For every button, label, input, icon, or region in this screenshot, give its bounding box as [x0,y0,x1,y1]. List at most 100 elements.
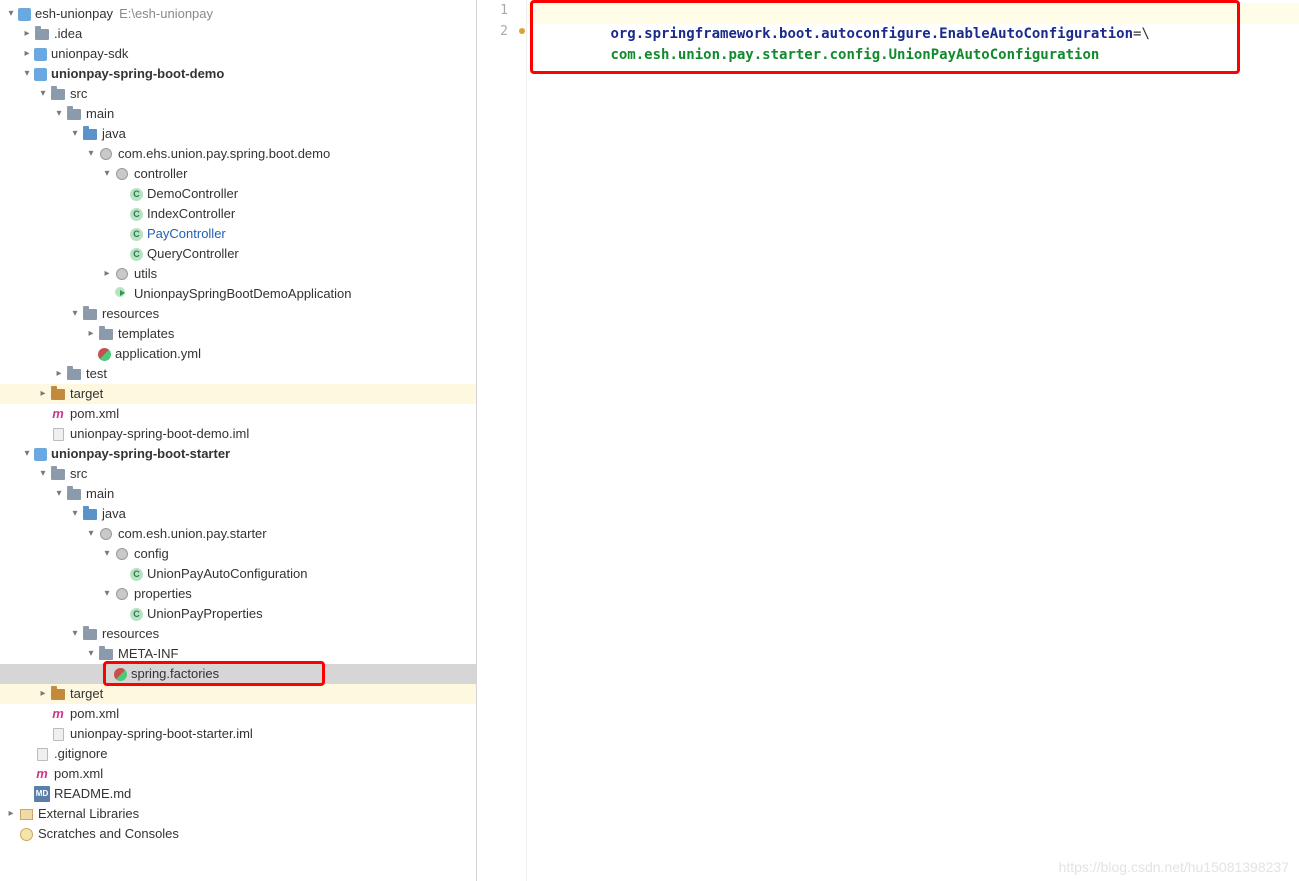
chevron-down-icon[interactable]: ▾ [68,304,82,324]
tree-item[interactable]: m pom.xml [0,704,476,724]
tree-item[interactable]: ▾ com.ehs.union.pay.spring.boot.demo [0,144,476,164]
package-icon [116,268,128,280]
chevron-right-icon[interactable]: ▸ [100,264,114,284]
tree-item[interactable]: ▾ src [0,464,476,484]
chevron-down-icon[interactable]: ▾ [68,124,82,144]
tree-item[interactable]: ▾ src [0,84,476,104]
chevron-down-icon[interactable]: ▾ [84,144,98,164]
tree-item[interactable]: ▾ java [0,124,476,144]
chevron-down-icon[interactable]: ▾ [100,164,114,184]
app-window: ▾ esh-unionpay E:\esh-unionpay ▸ .idea ▸… [0,0,1299,881]
chevron-down-icon[interactable]: ▾ [84,524,98,544]
tree-label: java [102,124,126,144]
tree-item[interactable]: m pom.xml [0,764,476,784]
tree-item[interactable]: ▾ unionpay-spring-boot-starter [0,444,476,464]
tree-item[interactable]: ▾ config [0,544,476,564]
editor-content[interactable]: org.springframework.boot.autoconfigure.E… [527,0,1299,881]
chevron-down-icon[interactable]: ▾ [68,504,82,524]
scratch-icon [20,828,33,841]
maven-icon: m [50,406,66,422]
tree-item[interactable]: UnionpaySpringBootDemoApplication [0,284,476,304]
chevron-down-icon[interactable]: ▾ [100,544,114,564]
property-key: org.springframework.boot.autoconfigure.E… [610,26,1133,42]
tree-label: unionpay-spring-boot-starter [51,444,230,464]
tree-item[interactable]: Scratches and Consoles [0,824,476,844]
tree-label: resources [102,624,159,644]
tree-label: main [86,484,114,504]
chevron-down-icon[interactable]: ▾ [84,644,98,664]
chevron-down-icon[interactable]: ▾ [36,84,50,104]
tree-item[interactable]: ▸ target [0,384,476,404]
tree-label: UnionpaySpringBootDemoApplication [134,284,352,304]
maven-icon: m [50,706,66,722]
tree-item[interactable]: unionpay-spring-boot-demo.iml [0,424,476,444]
tree-item[interactable]: ▾ resources [0,304,476,324]
folder-icon [51,89,65,100]
tree-item[interactable]: ▾ main [0,104,476,124]
tree-path: E:\esh-unionpay [119,4,213,24]
chevron-right-icon[interactable]: ▸ [36,384,50,404]
code-line[interactable]: org.springframework.boot.autoconfigure.E… [527,3,1299,24]
tree-label: UnionPayProperties [147,604,263,624]
tree-label: com.ehs.union.pay.spring.boot.demo [118,144,330,164]
tree-item[interactable]: ▾ unionpay-spring-boot-demo [0,64,476,84]
tree-item[interactable]: ▾ controller [0,164,476,184]
chevron-down-icon[interactable]: ▾ [36,464,50,484]
tree-item[interactable]: m pom.xml [0,404,476,424]
tree-item[interactable]: application.yml [0,344,476,364]
watermark-text: https://blog.csdn.net/hu15081398237 [1059,859,1289,875]
tree-item[interactable]: ▾ main [0,484,476,504]
chevron-down-icon[interactable]: ▾ [4,4,18,24]
tree-item[interactable]: ▾ resources [0,624,476,644]
chevron-down-icon[interactable]: ▾ [52,484,66,504]
tree-label: README.md [54,784,131,804]
tree-item[interactable]: unionpay-spring-boot-starter.iml [0,724,476,744]
tree-item-selected[interactable]: spring.factories [0,664,476,684]
tree-item[interactable]: ▾ META-INF [0,644,476,664]
tree-root[interactable]: ▾ esh-unionpay E:\esh-unionpay [0,4,476,24]
tree-label: config [134,544,169,564]
tree-item[interactable]: MD README.md [0,784,476,804]
gutter-change-marker [519,28,525,34]
tree-label: application.yml [115,344,201,364]
code-editor[interactable]: 1 2 org.springframework.boot.autoconfigu… [477,0,1299,881]
project-tree-panel[interactable]: ▾ esh-unionpay E:\esh-unionpay ▸ .idea ▸… [0,0,477,881]
chevron-down-icon[interactable]: ▾ [100,584,114,604]
line-number: 1 [477,3,526,24]
tree-item[interactable]: ▸ unionpay-sdk [0,44,476,64]
tree-item[interactable]: C QueryController [0,244,476,264]
tree-item[interactable]: C UnionPayProperties [0,604,476,624]
tree-item[interactable]: C DemoController [0,184,476,204]
project-tree[interactable]: ▾ esh-unionpay E:\esh-unionpay ▸ .idea ▸… [0,0,476,844]
tree-item[interactable]: .gitignore [0,744,476,764]
chevron-right-icon[interactable]: ▸ [52,364,66,384]
tree-item[interactable]: ▾ com.esh.union.pay.starter [0,524,476,544]
tree-item[interactable]: ▸ External Libraries [0,804,476,824]
tree-item[interactable]: ▸ utils [0,264,476,284]
chevron-right-icon[interactable]: ▸ [84,324,98,344]
chevron-down-icon[interactable]: ▾ [52,104,66,124]
chevron-right-icon[interactable]: ▸ [4,804,18,824]
tree-label: PayController [147,224,226,244]
tree-label: resources [102,304,159,324]
tree-item[interactable]: C PayController [0,224,476,244]
chevron-down-icon[interactable]: ▾ [20,444,34,464]
tree-label: unionpay-sdk [51,44,128,64]
class-icon: C [130,608,143,621]
tree-item[interactable]: ▾ java [0,504,476,524]
chevron-right-icon[interactable]: ▸ [20,24,34,44]
tree-item[interactable]: C UnionPayAutoConfiguration [0,564,476,584]
chevron-right-icon[interactable]: ▸ [20,44,34,64]
chevron-right-icon[interactable]: ▸ [36,684,50,704]
tree-label: Scratches and Consoles [38,824,179,844]
tree-item[interactable]: ▾ properties [0,584,476,604]
tree-label: spring.factories [131,664,219,684]
tree-item[interactable]: ▸ target [0,684,476,704]
folder-icon [67,369,81,380]
chevron-down-icon[interactable]: ▾ [20,64,34,84]
tree-item[interactable]: ▸ test [0,364,476,384]
tree-item[interactable]: ▸ templates [0,324,476,344]
tree-item[interactable]: ▸ .idea [0,24,476,44]
tree-item[interactable]: C IndexController [0,204,476,224]
chevron-down-icon[interactable]: ▾ [68,624,82,644]
